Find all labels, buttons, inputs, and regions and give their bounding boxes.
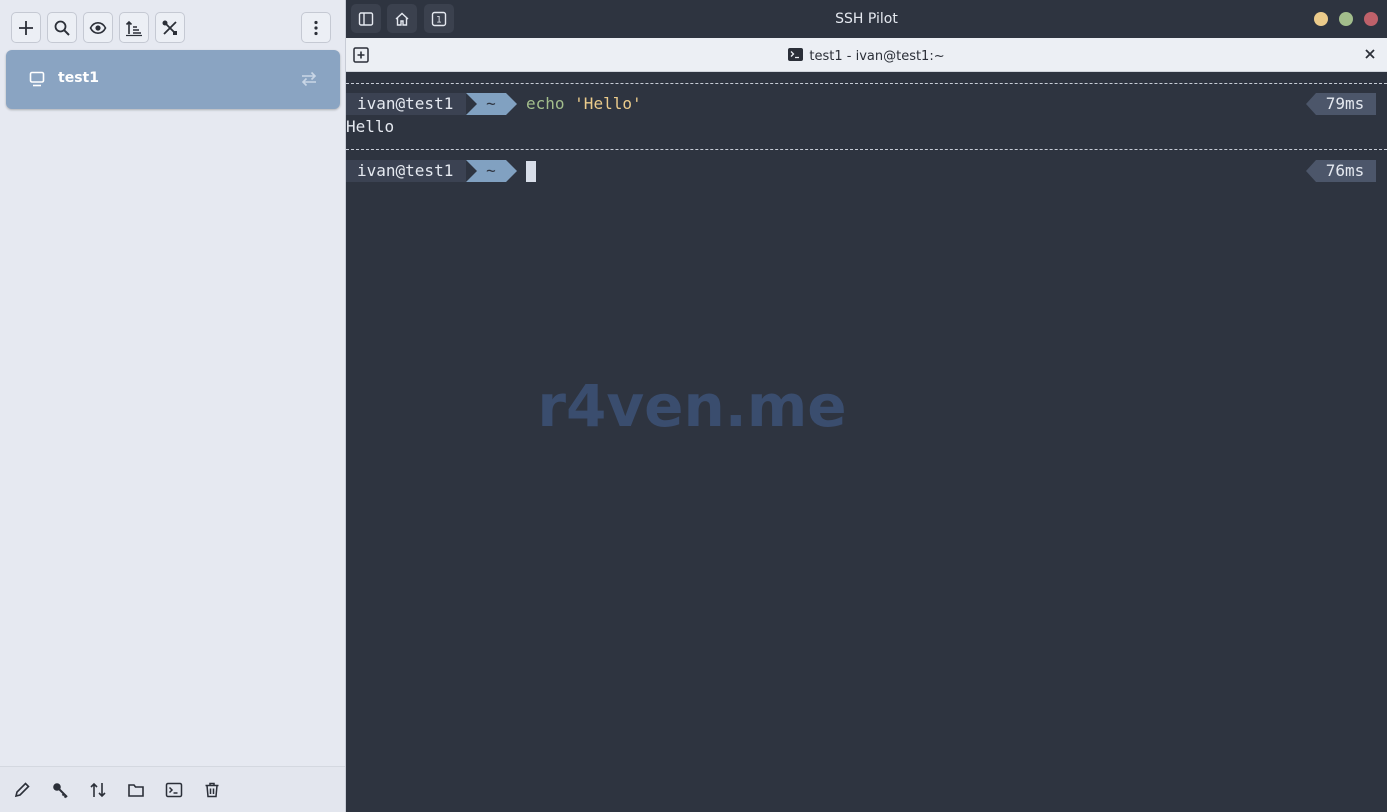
svg-text:79ms: 79ms bbox=[1326, 94, 1365, 113]
folder-icon bbox=[128, 784, 144, 797]
main-area: 1 SSH Pilot test1 - ivan@test1:~ ivan@te… bbox=[346, 0, 1387, 812]
visibility-button[interactable] bbox=[83, 12, 113, 43]
sidebar: test1 bbox=[0, 0, 346, 812]
command-output: Hello bbox=[346, 117, 395, 136]
minimize-button[interactable] bbox=[1314, 12, 1328, 26]
tab-title: test1 - ivan@test1:~ bbox=[809, 49, 945, 64]
header-bar: 1 SSH Pilot bbox=[346, 0, 1387, 38]
prompt-dir: ~ bbox=[466, 160, 518, 182]
delete-button[interactable] bbox=[203, 781, 221, 799]
maximize-button[interactable] bbox=[1339, 12, 1353, 26]
tab-session[interactable]: test1 - ivan@test1:~ bbox=[346, 48, 1387, 64]
close-tab-icon[interactable] bbox=[1363, 47, 1377, 61]
tools-button[interactable] bbox=[155, 12, 185, 43]
separator-line bbox=[346, 83, 1387, 84]
files-button[interactable] bbox=[127, 781, 145, 799]
separator-line bbox=[346, 149, 1387, 150]
edit-button[interactable] bbox=[13, 781, 31, 799]
kebab-menu-icon bbox=[314, 20, 318, 35]
command-arg: 'Hello' bbox=[574, 94, 642, 113]
menu-button[interactable] bbox=[301, 12, 331, 43]
svg-text:~: ~ bbox=[486, 161, 496, 180]
add-host-button[interactable] bbox=[11, 12, 41, 43]
terminal-icon bbox=[788, 48, 804, 61]
svg-text:~: ~ bbox=[486, 94, 496, 113]
trash-icon bbox=[205, 782, 219, 798]
sort-button[interactable] bbox=[119, 12, 149, 43]
sync-arrows-icon bbox=[301, 71, 317, 87]
timing-badge: 79ms bbox=[1306, 93, 1376, 115]
up-down-arrows-icon bbox=[90, 782, 106, 798]
host-name: test1 bbox=[58, 70, 99, 86]
terminal[interactable]: ivan@test1 ~ echo 'Hello' 79ms Hello iva… bbox=[346, 72, 1387, 812]
sidebar-footer bbox=[0, 766, 345, 812]
search-button[interactable] bbox=[47, 12, 77, 43]
search-icon bbox=[54, 20, 70, 36]
host-row-test1[interactable]: test1 bbox=[6, 50, 340, 109]
command: echo bbox=[526, 94, 565, 113]
prompt-user: ivan@test1 bbox=[346, 93, 466, 115]
keys-button[interactable] bbox=[51, 781, 69, 799]
watermark: r4ven.me bbox=[537, 372, 847, 440]
command-line: echo 'Hello' bbox=[526, 93, 642, 115]
tab-bar: test1 - ivan@test1:~ bbox=[346, 38, 1387, 72]
transfer-button[interactable] bbox=[89, 781, 107, 799]
pencil-icon bbox=[14, 782, 30, 798]
close-window-button[interactable] bbox=[1364, 12, 1378, 26]
plus-icon bbox=[19, 20, 33, 35]
terminal-cursor bbox=[526, 161, 536, 182]
prompt-user: ivan@test1 bbox=[346, 160, 466, 182]
terminal-button[interactable] bbox=[165, 781, 183, 799]
timing-badge: 76ms bbox=[1306, 160, 1376, 182]
eye-icon bbox=[89, 21, 107, 34]
monitor-icon bbox=[29, 71, 45, 87]
terminal-icon bbox=[165, 782, 183, 798]
sidebar-toolbar bbox=[0, 0, 346, 48]
svg-text:76ms: 76ms bbox=[1326, 161, 1365, 180]
tools-icon bbox=[162, 20, 177, 35]
window-title: SSH Pilot bbox=[835, 11, 898, 27]
prompt-dir: ~ bbox=[466, 93, 518, 115]
key-icon bbox=[53, 783, 68, 799]
sort-icon bbox=[125, 20, 142, 36]
